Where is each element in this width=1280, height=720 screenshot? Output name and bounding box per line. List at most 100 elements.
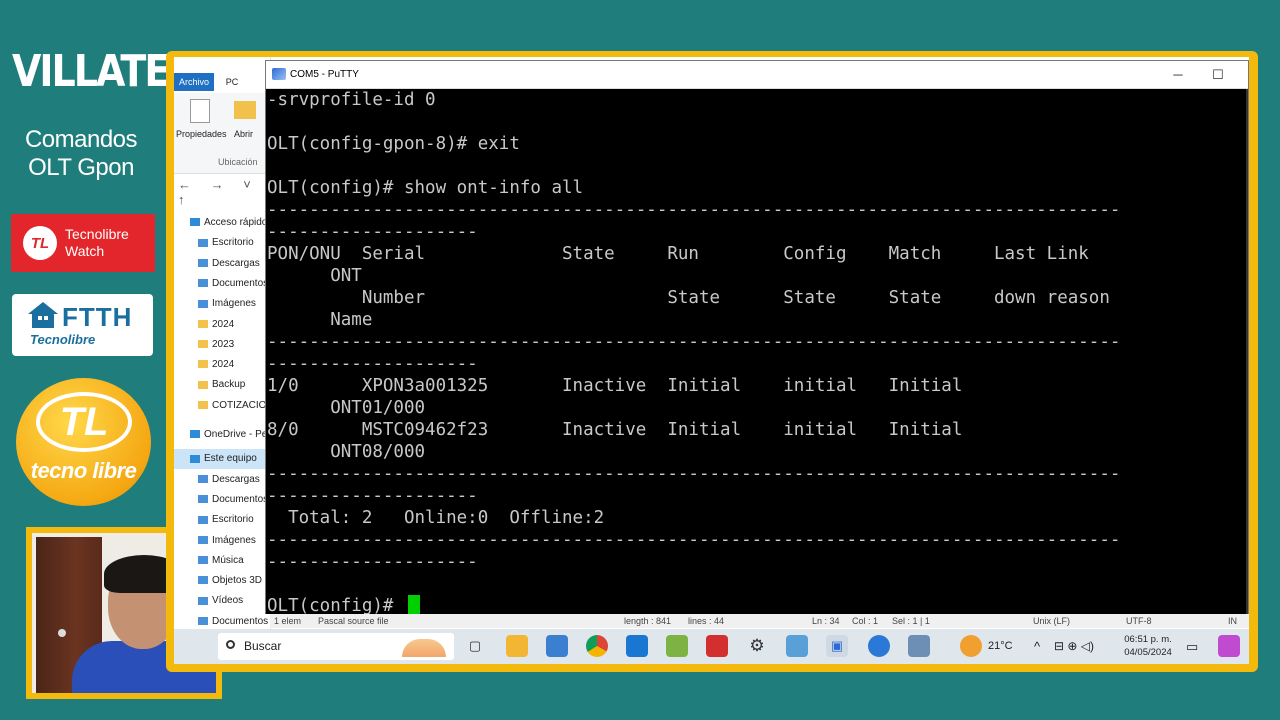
putty-taskbar-icon[interactable]: ▣ (826, 635, 848, 657)
explorer-item[interactable]: Escritorio (174, 233, 270, 253)
open-button[interactable]: Abrir (234, 129, 253, 139)
explorer-item-label: Objetos 3D (212, 575, 263, 587)
file-explorer-icon[interactable] (506, 635, 528, 657)
folder-icon (190, 454, 200, 463)
terminal-output[interactable]: -srvprofile-id 0 OLT(config-gpon-8)# exit… (266, 89, 1248, 614)
terminal-line: Name (267, 310, 373, 330)
status-sel: Sel : 1 | 1 (892, 616, 930, 626)
folder-icon (190, 218, 200, 227)
explorer-item[interactable]: Documentos (174, 274, 270, 294)
pdf-reader-icon[interactable] (706, 635, 728, 657)
terminal-line: -------------------- (267, 354, 478, 374)
tray-chevron-icon[interactable]: ^ (1034, 629, 1040, 664)
properties-button[interactable]: Propiedades (176, 129, 227, 139)
taskbar-search[interactable]: Buscar (218, 633, 454, 660)
explorer-item-label: Este equipo (204, 453, 257, 465)
maximize-button[interactable]: ☐ (1198, 61, 1238, 88)
status-mode: IN (1228, 616, 1237, 626)
explorer-item[interactable]: Imágenes (174, 531, 270, 551)
folder-icon (190, 430, 200, 439)
explorer-item[interactable]: Acceso rápido (174, 213, 270, 233)
desktop-screen: Archivo PC Propiedades Abrir Ubicación ←… (174, 57, 1249, 664)
terminal-scrollbar[interactable] (1246, 89, 1248, 614)
status-ln: Ln : 34 (812, 616, 840, 626)
network-app-icon[interactable] (786, 635, 808, 657)
tray-system-icons[interactable]: ⊟ ⊕ ◁) (1054, 629, 1094, 664)
weather-temp[interactable]: 21°C (988, 629, 1013, 664)
task-view-icon[interactable]: ▢ (464, 635, 486, 657)
terminal-line: 1/0 XPON3a001325 Inactive Initial initia… (267, 376, 963, 396)
ftth-sub-label: Tecnolibre (30, 332, 96, 347)
tecnolibre-logo-text: tecno libre (30, 458, 137, 483)
terminal-line: -------------------- (267, 552, 478, 572)
explorer-item[interactable]: Descargas (174, 254, 270, 274)
terminal-line: OLT(config-gpon-8)# exit (267, 134, 520, 154)
explorer-item[interactable]: COTIZACIONES (174, 396, 270, 416)
terminal-line: Number State State State down reason (267, 288, 1110, 308)
nav-arrows[interactable]: ← → ˅ ↑ (178, 177, 270, 207)
explorer-item[interactable]: 2024 (174, 315, 270, 335)
terminal-line: -srvprofile-id 0 (267, 90, 436, 110)
explorer-item[interactable]: Música (174, 551, 270, 571)
ftth-badge: FTTH Tecnolibre (12, 294, 153, 356)
properties-icon[interactable] (190, 99, 210, 123)
explorer-item-label: Escritorio (212, 514, 254, 526)
terminal-line: ----------------------------------------… (267, 332, 1121, 352)
tecnolibre-logo: TL tecno libre (16, 378, 151, 506)
putty-window[interactable]: COM5 - PuTTY ─ ☐ -srvprofile-id 0 OLT(con… (265, 60, 1249, 614)
terminal-line: ONT (267, 266, 362, 286)
folder-icon (198, 576, 208, 585)
explorer-item-label: Descargas (212, 473, 260, 485)
file-explorer: Archivo PC Propiedades Abrir Ubicación ←… (174, 57, 271, 664)
terminal-line: ONT08/000 (267, 442, 426, 462)
taskbar: Buscar ▢ ⚙ ▣ 21°C ^ ⊟ ⊕ ◁) 06:51 p. m. 0… (174, 629, 1249, 664)
status-length: length : 841 (624, 616, 672, 626)
explorer-item[interactable]: 2024 (174, 355, 270, 375)
image-viewer-icon[interactable] (666, 635, 688, 657)
folder-icon (198, 596, 208, 605)
minimize-button[interactable]: ─ (1158, 61, 1198, 88)
explorer-item-label: 2024 (212, 359, 235, 371)
terminal-line: Total: 2 Online:0 Offline:2 (267, 508, 605, 528)
explorer-item[interactable]: OneDrive - Personal (174, 425, 270, 445)
terminal-line: -------------------- (267, 222, 478, 242)
status-eol: Unix (LF) (1033, 616, 1071, 626)
explorer-item[interactable]: Imágenes (174, 294, 270, 314)
folder-icon (198, 535, 208, 544)
explorer-item-label: Documentos (212, 615, 269, 627)
search-highlight-image (402, 639, 446, 657)
tab-archivo[interactable]: Archivo (174, 73, 214, 91)
remote-desktop-icon[interactable] (626, 635, 648, 657)
terminal-line: ----------------------------------------… (267, 200, 1121, 220)
weather-icon[interactable] (960, 635, 982, 657)
explorer-item-label: Imágenes (212, 298, 256, 310)
explorer-item[interactable]: Descargas (174, 470, 270, 490)
chrome-icon[interactable] (586, 635, 608, 657)
sunat-app-icon[interactable] (546, 635, 568, 657)
clock-time: 06:51 p. m. (1124, 634, 1172, 645)
explorer-item[interactable]: Documentos (174, 490, 270, 510)
tab-pc[interactable]: PC (218, 73, 246, 91)
terminal-line: OLT(config)# show ont-info all (267, 178, 584, 198)
explorer-item[interactable]: Backup (174, 375, 270, 395)
browser-icon[interactable] (868, 635, 890, 657)
explorer-item[interactable]: Este equipo (174, 449, 270, 470)
tray-app-icon[interactable] (1218, 635, 1240, 657)
explorer-item[interactable]: Objetos 3D (174, 571, 270, 591)
explorer-item[interactable]: 2023 (174, 335, 270, 355)
notifications-icon[interactable]: ▭ (1186, 629, 1198, 664)
putty-titlebar[interactable]: COM5 - PuTTY ─ ☐ (266, 61, 1248, 89)
explorer-item[interactable]: Vídeos (174, 591, 270, 611)
video-subtitle: Comandos OLT Gpon (10, 126, 152, 182)
printer-app-icon[interactable] (908, 635, 930, 657)
taskbar-clock[interactable]: 06:51 p. m. 04/05/2024 (1118, 633, 1178, 659)
badge-watch-line-1: Tecnolibre (65, 226, 129, 242)
folder-icon (198, 258, 208, 267)
search-icon (226, 640, 235, 649)
terminal-line: ----------------------------------------… (267, 464, 1121, 484)
folder-icon (198, 340, 208, 349)
explorer-item[interactable]: Escritorio (174, 510, 270, 530)
settings-gear-icon[interactable]: ⚙ (746, 635, 768, 657)
folder-open-icon[interactable] (234, 101, 256, 119)
folder-icon (198, 617, 208, 626)
